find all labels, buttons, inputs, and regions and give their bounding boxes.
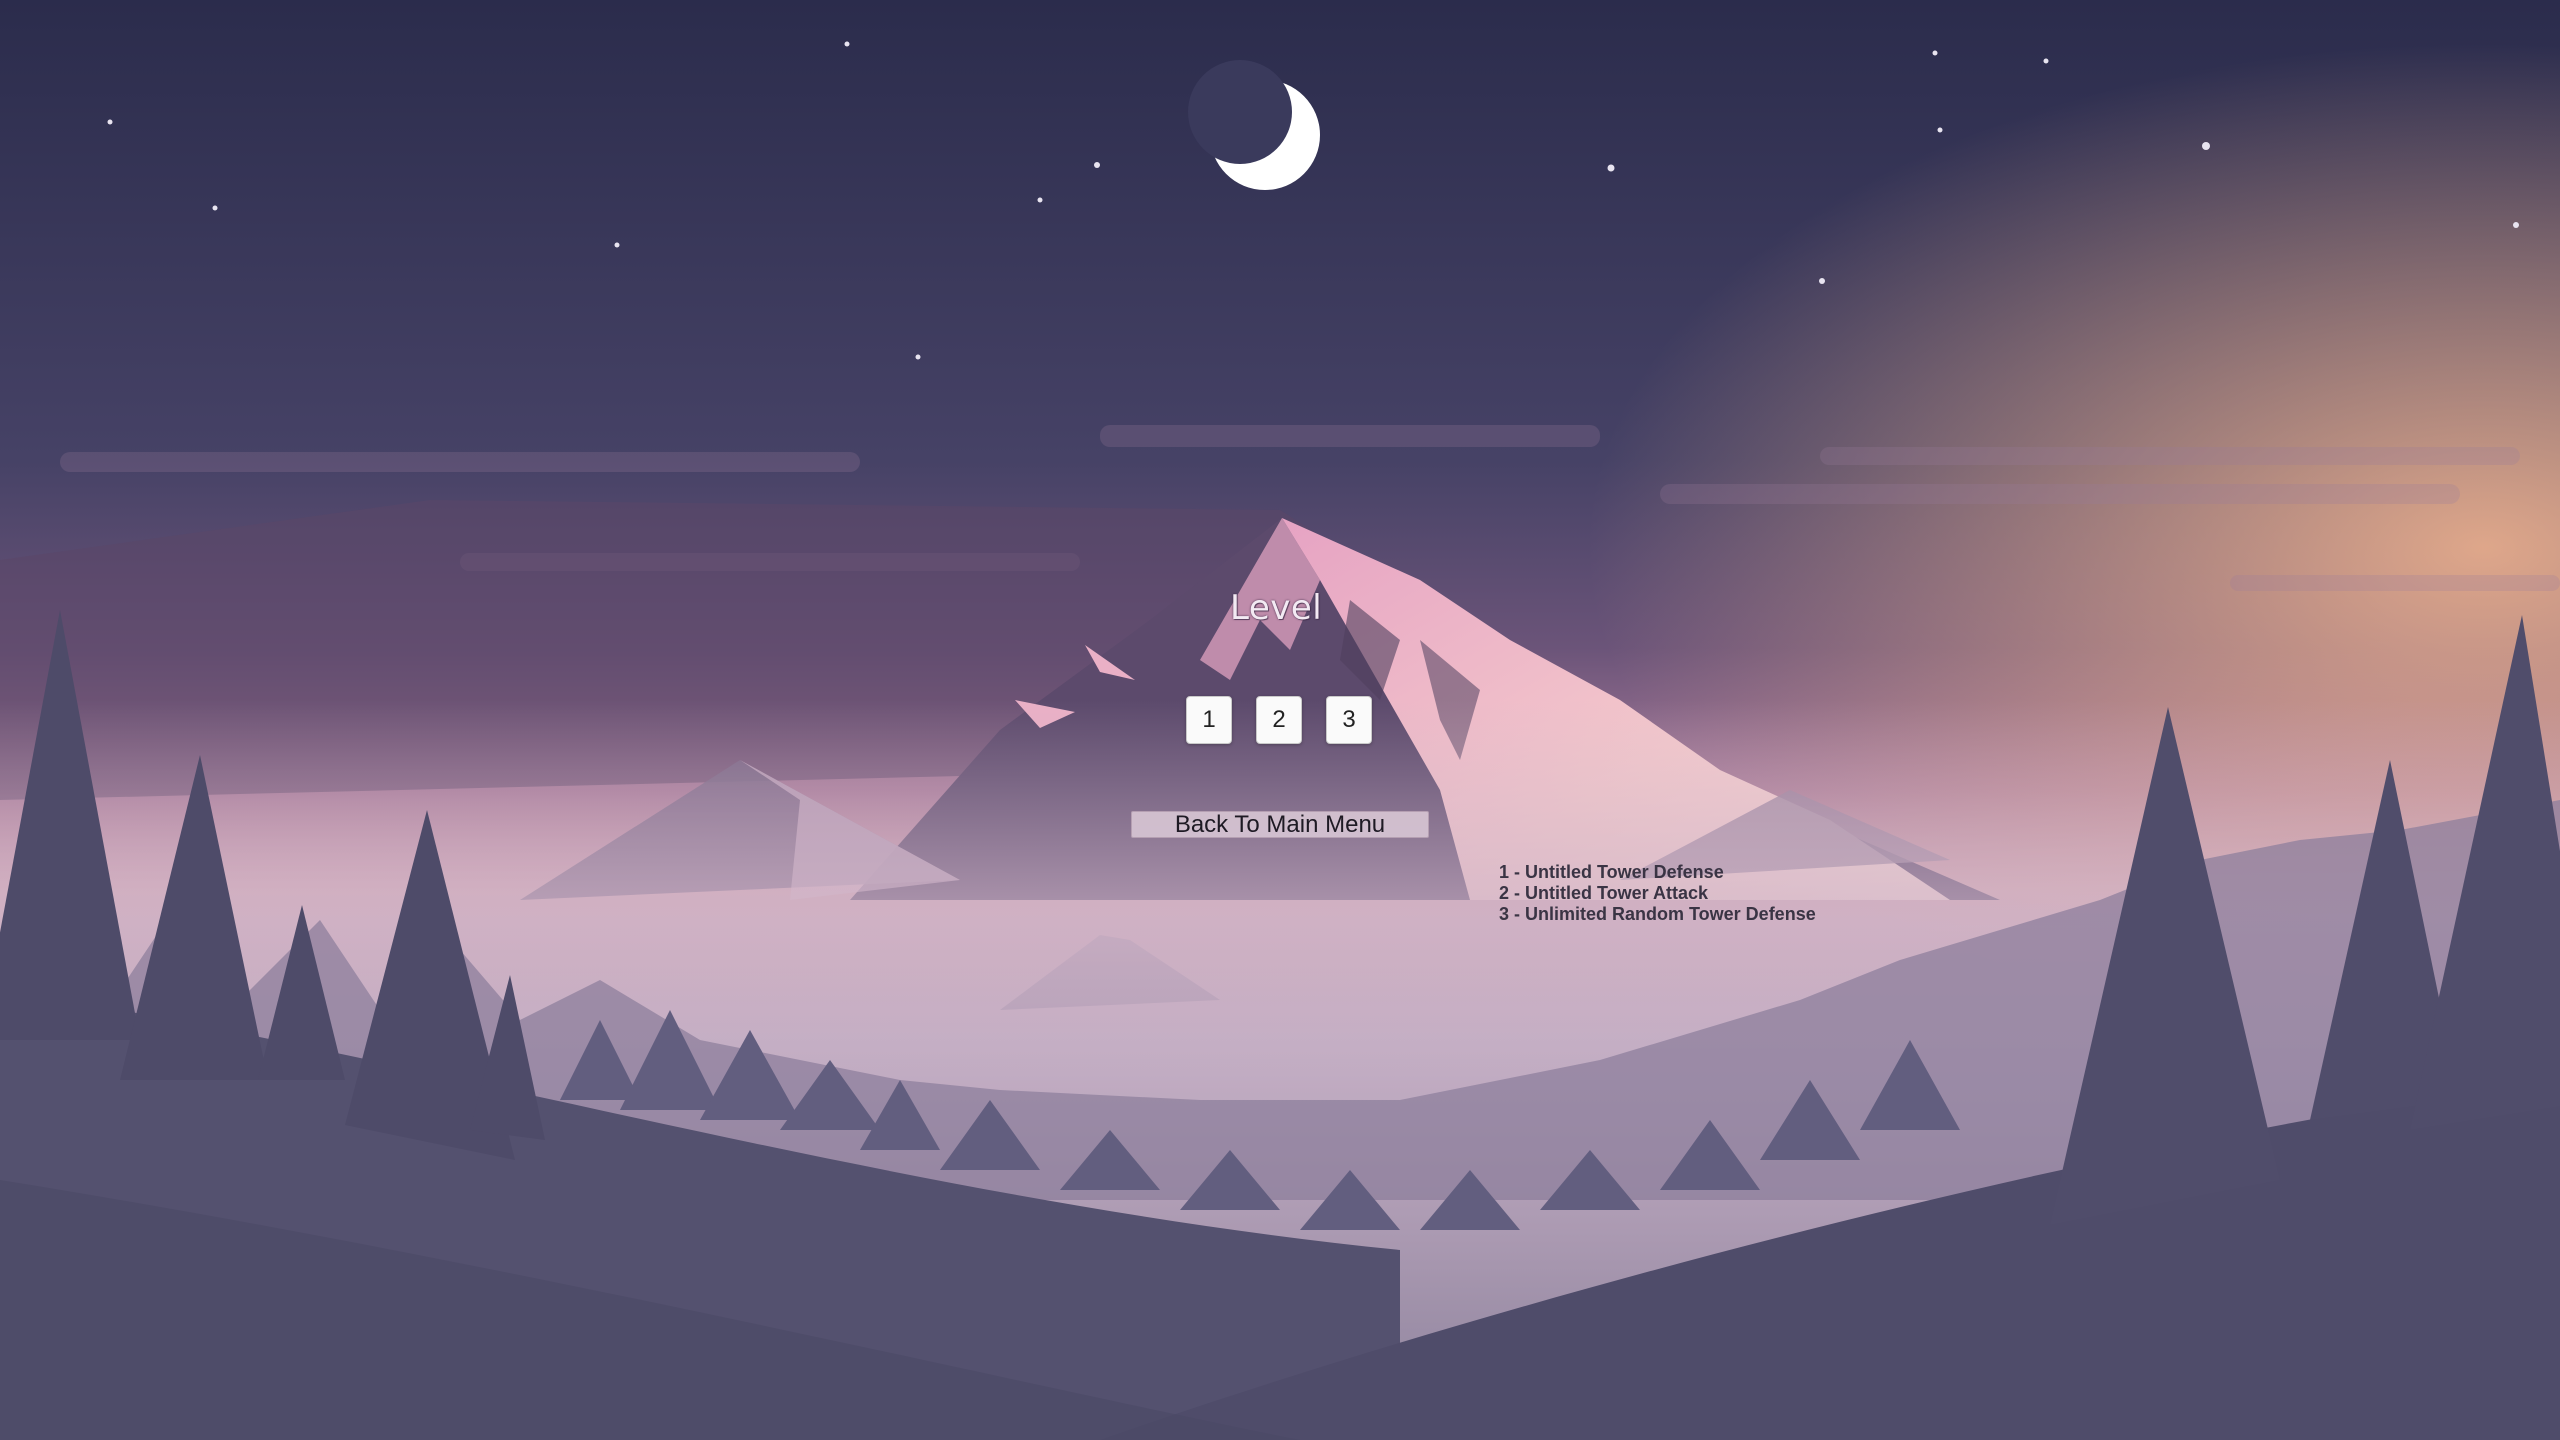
- level-legend: 1 - Untitled Tower Defense 2 - Untitled …: [1499, 862, 1816, 925]
- legend-item: 2 - Untitled Tower Attack: [1499, 883, 1709, 903]
- legend-item: 1 - Untitled Tower Defense: [1499, 862, 1724, 882]
- page-title: Level: [1230, 588, 1323, 628]
- level-2-button[interactable]: 2: [1256, 696, 1302, 744]
- legend-item: 3 - Unlimited Random Tower Defense: [1499, 904, 1816, 924]
- level-3-button[interactable]: 3: [1326, 696, 1372, 744]
- back-to-main-menu-button[interactable]: Back To Main Menu: [1131, 811, 1429, 838]
- level-1-button[interactable]: 1: [1186, 696, 1232, 744]
